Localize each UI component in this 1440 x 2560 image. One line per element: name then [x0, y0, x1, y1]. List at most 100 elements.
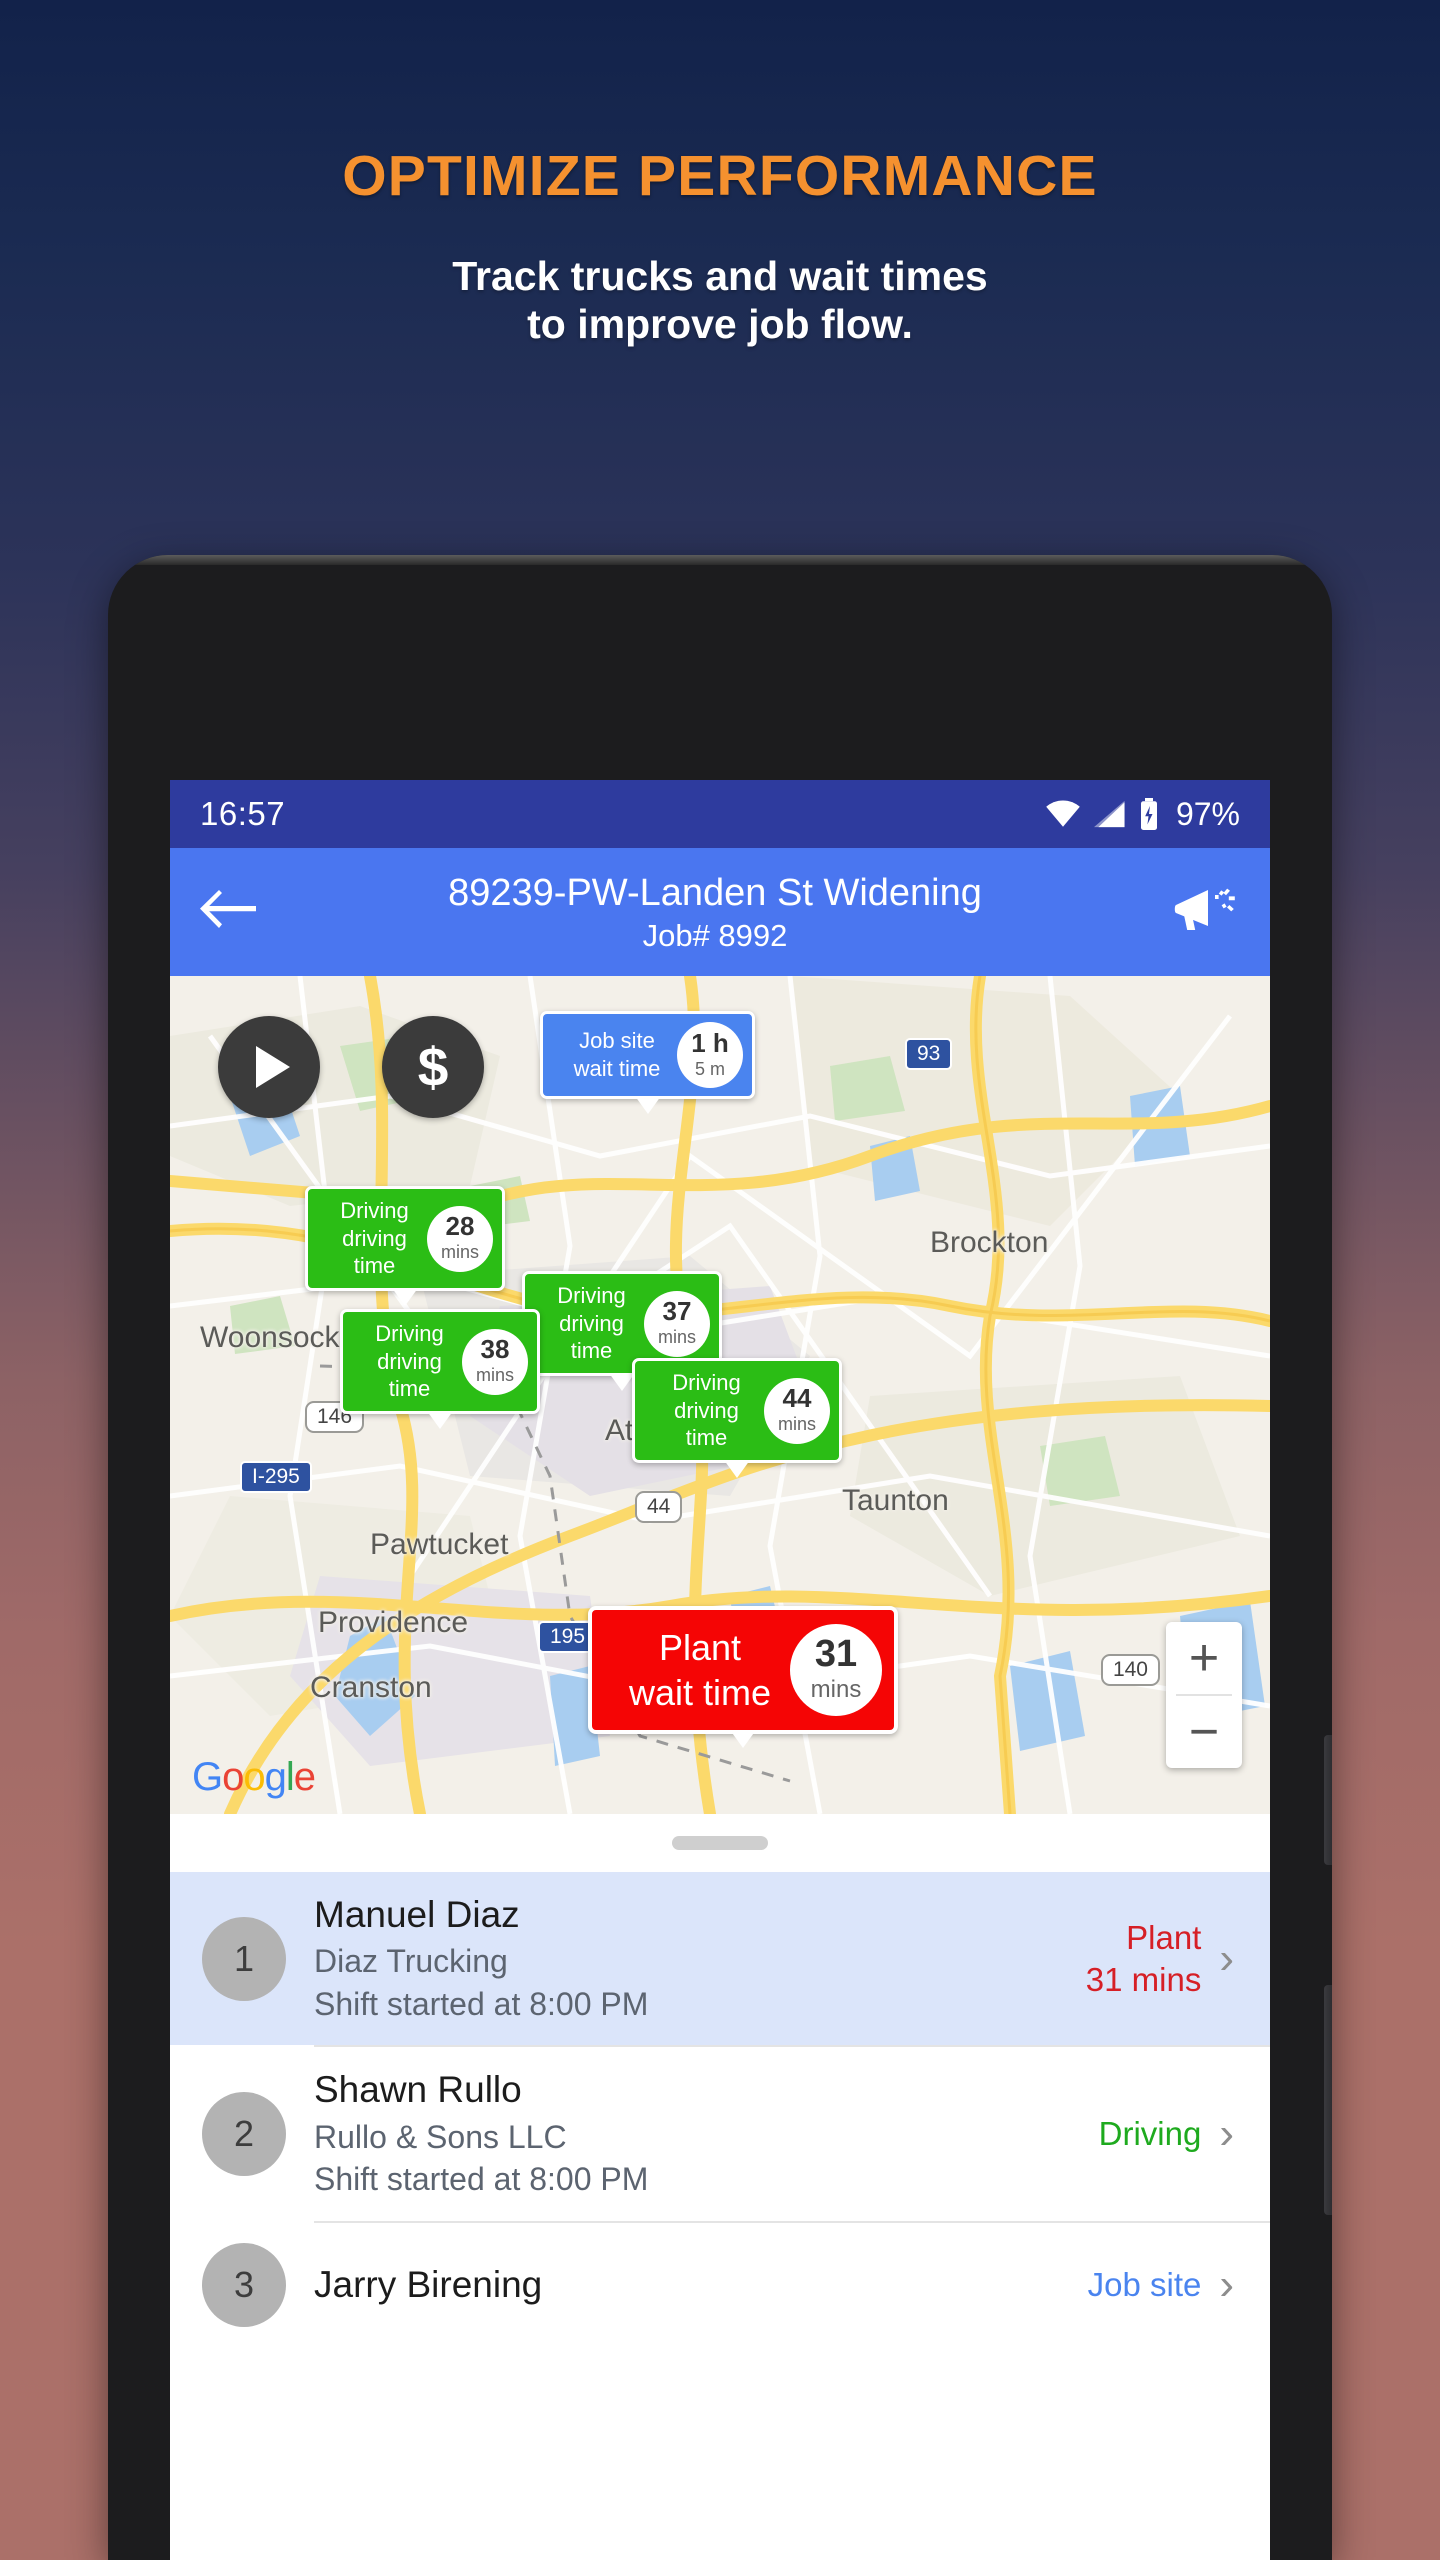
map-label-brockton: Brockton [930, 1226, 1049, 1259]
row-status-group: Job site [1088, 2264, 1202, 2306]
marker-unit: mins [777, 1414, 816, 1435]
promo-title: OPTIMIZE PERFORMANCE [342, 144, 1098, 208]
marker-value: 44 [782, 1383, 812, 1414]
marker-unit: mins [475, 1365, 514, 1386]
table-row[interactable]: 1 Manuel Diaz Diaz Trucking Shift starte… [170, 1872, 1270, 2046]
power-button[interactable] [1324, 1735, 1332, 1865]
marker-label: Job site wait time [557, 1027, 677, 1082]
marker-unit: mins [810, 1676, 862, 1703]
marker-line-1: Plant [658, 1626, 742, 1668]
promo-header: OPTIMIZE PERFORMANCE Track trucks and wa… [0, 0, 1440, 349]
driver-list: 1 Manuel Diaz Diaz Trucking Shift starte… [170, 1872, 1270, 2347]
map-label-taunton: Taunton [842, 1484, 949, 1517]
signal-icon [1093, 800, 1125, 828]
marker-line-1: Driving [375, 1321, 444, 1346]
wifi-icon [1046, 800, 1080, 827]
chevron-right-icon[interactable]: › [1219, 2112, 1234, 2156]
map-marker-plant[interactable]: Plant wait time 31 mins [588, 1606, 898, 1748]
map-marker-job-site[interactable]: Job site wait time 1 h 5 m [540, 1011, 755, 1114]
driver-name: Jarry Birening [314, 2263, 543, 2305]
app-bar: 89239-PW-Landen St Widening Job# 8992 [170, 848, 1270, 976]
map-label-cranston: Cranston [310, 1671, 432, 1704]
table-row[interactable]: 2 Shawn Rullo Rullo & Sons LLC Shift sta… [170, 2047, 1270, 2220]
driver-shift: Shift started at 8:00 PM [314, 1985, 649, 2022]
zoom-controls[interactable]: + − [1166, 1622, 1242, 1768]
marker-line-1: Driving [672, 1370, 741, 1395]
phone-top-edge [108, 555, 1332, 565]
driver-name: Shawn Rullo [314, 2069, 522, 2111]
page-subtitle: Job# 8992 [642, 918, 788, 954]
route-shield-i295: I-295 [240, 1461, 312, 1493]
marker-value: 37 [662, 1296, 692, 1327]
map-marker-driving-38[interactable]: Driving driving time 38 mins [340, 1309, 540, 1430]
marker-badge: 28 mins [427, 1205, 493, 1272]
megaphone-icon [1174, 888, 1235, 930]
marker-value: 38 [480, 1334, 510, 1365]
marker-unit: 5 m [694, 1058, 725, 1079]
map-marker-driving-28[interactable]: Driving driving time 28 mins [305, 1186, 505, 1307]
marker-label: Driving driving time [649, 1369, 764, 1452]
avatar: 2 [202, 2092, 286, 2177]
driver-company: Diaz Trucking [314, 1943, 508, 1980]
play-icon [256, 1046, 290, 1088]
page-title: 89239-PW-Landen St Widening [448, 871, 982, 914]
status-duration: 31 mins [1085, 1960, 1202, 1998]
marker-label: Plant wait time [610, 1625, 790, 1716]
drag-handle[interactable] [672, 1836, 768, 1850]
promo-subtitle: Track trucks and wait times to improve j… [0, 253, 1440, 349]
dollar-icon: $ [417, 1035, 449, 1098]
marker-line-2: driving time [559, 1310, 624, 1364]
marker-value: 31 [814, 1633, 858, 1675]
promo-subtitle-line-2: to improve job flow. [527, 300, 913, 347]
marker-badge: 44 mins [764, 1377, 830, 1444]
marker-line-2: driving time [377, 1348, 442, 1402]
phone-screen: 16:57 97% 89239-PW-Landen St Widening Jo… [170, 780, 1270, 2560]
map-label-pawtucket: Pawtucket [370, 1528, 509, 1561]
marker-badge: 31 mins [790, 1624, 882, 1716]
marker-label: Driving driving time [357, 1320, 462, 1403]
row-details: Jarry Birening [314, 2262, 1088, 2308]
marker-line-2: wait time [628, 1672, 772, 1713]
phone-mockup: 16:57 97% 89239-PW-Landen St Widening Jo… [108, 555, 1332, 2560]
google-logo: Google [192, 1755, 316, 1799]
zoom-in-button[interactable]: + [1166, 1622, 1242, 1694]
marker-line-2: wait time [573, 1056, 661, 1081]
back-arrow-icon [200, 889, 256, 928]
map-marker-driving-44[interactable]: Driving driving time 44 mins [632, 1358, 842, 1479]
row-details: Shawn Rullo Rullo & Sons LLC Shift start… [314, 2067, 1099, 2200]
marker-line-1: Job site [579, 1028, 655, 1054]
table-row[interactable]: 3 Jarry Birening Job site › [170, 2223, 1270, 2347]
marker-value: 1 h [691, 1027, 729, 1058]
battery-percent: 97% [1175, 795, 1240, 832]
announce-button[interactable] [1168, 886, 1240, 939]
zoom-out-button[interactable]: − [1166, 1696, 1242, 1768]
status-bar: 16:57 97% [170, 780, 1270, 848]
route-shield-44: 44 [635, 1491, 683, 1523]
map-label-providence: Providence [318, 1606, 469, 1639]
marker-label: Driving driving time [322, 1197, 427, 1280]
marker-line-1: Driving [557, 1283, 626, 1308]
sheet-handle-strip[interactable] [170, 1814, 1270, 1872]
status-badge: Job site [1087, 2266, 1202, 2304]
status-icons: 97% [1045, 796, 1240, 833]
back-button[interactable] [200, 889, 262, 935]
map-view[interactable]: $ Brockton Woonsocket Attleboro Taunton … [170, 976, 1270, 1814]
route-shield-93: 93 [905, 1038, 953, 1070]
status-badge: Plant [1126, 1919, 1202, 1957]
marker-line-2: driving time [342, 1225, 407, 1279]
chevron-right-icon[interactable]: › [1219, 2262, 1234, 2307]
row-details: Manuel Diaz Diaz Trucking Shift started … [314, 1892, 1086, 2025]
route-shield-140: 140 [1100, 1654, 1160, 1686]
marker-badge: 37 mins [644, 1290, 710, 1357]
volume-button[interactable] [1324, 1985, 1332, 2215]
row-status-group: Driving [1099, 2113, 1202, 2155]
cost-button[interactable]: $ [382, 1016, 484, 1118]
chevron-right-icon[interactable]: › [1219, 1936, 1234, 1981]
play-button[interactable] [218, 1016, 320, 1118]
app-bar-titles: 89239-PW-Landen St Widening Job# 8992 [262, 870, 1168, 954]
marker-badge: 1 h 5 m [677, 1022, 743, 1088]
marker-label: Driving driving time [539, 1282, 644, 1365]
marker-value: 28 [445, 1211, 475, 1242]
marker-unit: mins [657, 1327, 696, 1348]
driver-shift: Shift started at 8:00 PM [314, 2161, 649, 2198]
